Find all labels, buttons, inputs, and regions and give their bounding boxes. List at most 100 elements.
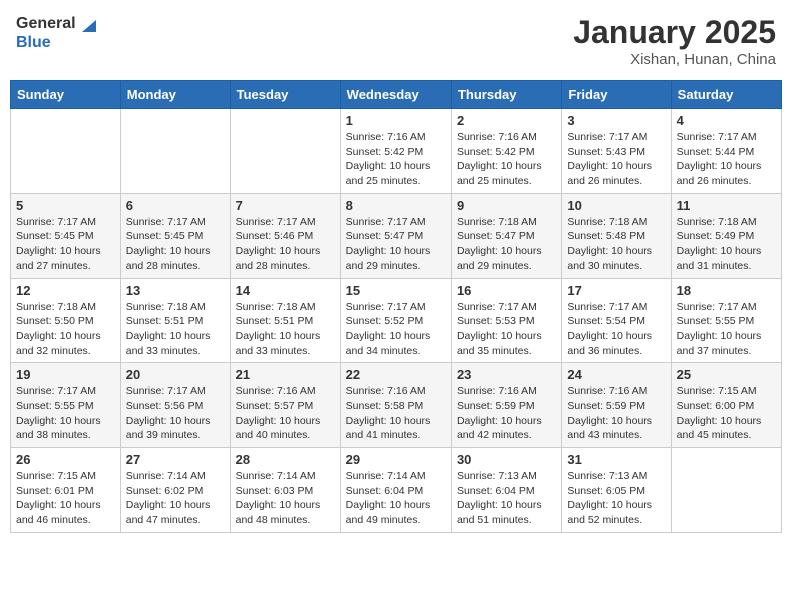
day-number: 1 — [346, 113, 446, 128]
weekday-header-saturday: Saturday — [671, 81, 781, 109]
calendar-cell: 13 Sunrise: 7:18 AM Sunset: 5:51 PM Dayli… — [120, 278, 230, 363]
calendar-cell: 4 Sunrise: 7:17 AM Sunset: 5:44 PM Daylig… — [671, 109, 781, 194]
calendar-cell: 7 Sunrise: 7:17 AM Sunset: 5:46 PM Daylig… — [230, 193, 340, 278]
calendar-cell: 20 Sunrise: 7:17 AM Sunset: 5:56 PM Dayli… — [120, 363, 230, 448]
day-number: 3 — [567, 113, 665, 128]
calendar-cell: 11 Sunrise: 7:18 AM Sunset: 5:49 PM Dayli… — [671, 193, 781, 278]
location: Xishan, Hunan, China — [573, 51, 776, 68]
day-info: Sunrise: 7:16 AM Sunset: 5:57 PM Dayligh… — [236, 384, 335, 443]
day-number: 4 — [677, 113, 776, 128]
calendar-cell: 1 Sunrise: 7:16 AM Sunset: 5:42 PM Daylig… — [340, 109, 451, 194]
day-info: Sunrise: 7:17 AM Sunset: 5:46 PM Dayligh… — [236, 215, 335, 274]
calendar-cell: 22Sunrise: 7:16 AM Sunset: 5:58 PM Dayli… — [340, 363, 451, 448]
calendar-cell: 31Sunrise: 7:13 AM Sunset: 6:05 PM Dayli… — [562, 448, 671, 533]
day-info: Sunrise: 7:17 AM Sunset: 5:45 PM Dayligh… — [126, 215, 225, 274]
day-number: 18 — [677, 283, 776, 298]
calendar-cell: 18 Sunrise: 7:17 AM Sunset: 5:55 PM Dayli… — [671, 278, 781, 363]
day-info: Sunrise: 7:18 AM Sunset: 5:49 PM Dayligh… — [677, 215, 776, 274]
day-number: 9 — [457, 198, 556, 213]
calendar-cell: 21 Sunrise: 7:16 AM Sunset: 5:57 PM Dayli… — [230, 363, 340, 448]
day-info: Sunrise: 7:16 AM Sunset: 5:42 PM Dayligh… — [346, 130, 446, 189]
day-info: Sunrise: 7:16 AM Sunset: 5:58 PM Dayligh… — [346, 384, 446, 443]
calendar-cell — [671, 448, 781, 533]
calendar-cell — [11, 109, 121, 194]
weekday-header-thursday: Thursday — [451, 81, 561, 109]
day-number: 2 — [457, 113, 556, 128]
day-number: 15 — [346, 283, 446, 298]
day-number: 30 — [457, 452, 556, 467]
day-number: 26 — [16, 452, 115, 467]
day-number: 16 — [457, 283, 556, 298]
day-number: 7 — [236, 198, 335, 213]
day-number: 24 — [567, 367, 665, 382]
day-info: Sunrise: 7:16 AM Sunset: 5:59 PM Dayligh… — [457, 384, 556, 443]
day-info: Sunrise: 7:17 AM Sunset: 5:44 PM Dayligh… — [677, 130, 776, 189]
calendar-cell: 17 Sunrise: 7:17 AM Sunset: 5:54 PM Dayli… — [562, 278, 671, 363]
day-number: 19 — [16, 367, 115, 382]
calendar-cell: 10Sunrise: 7:18 AM Sunset: 5:48 PM Dayli… — [562, 193, 671, 278]
day-info: Sunrise: 7:16 AM Sunset: 5:42 PM Dayligh… — [457, 130, 556, 189]
day-number: 11 — [677, 198, 776, 213]
day-info: Sunrise: 7:17 AM Sunset: 5:45 PM Dayligh… — [16, 215, 115, 274]
page-header: General Blue January 2025 Xishan, Hunan,… — [10, 10, 782, 72]
day-number: 31 — [567, 452, 665, 467]
day-info: Sunrise: 7:14 AM Sunset: 6:03 PM Dayligh… — [236, 469, 335, 528]
calendar-cell: 25Sunrise: 7:15 AM Sunset: 6:00 PM Dayli… — [671, 363, 781, 448]
calendar-cell: 23Sunrise: 7:16 AM Sunset: 5:59 PM Dayli… — [451, 363, 561, 448]
day-number: 27 — [126, 452, 225, 467]
day-number: 17 — [567, 283, 665, 298]
day-number: 21 — [236, 367, 335, 382]
day-number: 28 — [236, 452, 335, 467]
day-info: Sunrise: 7:17 AM Sunset: 5:55 PM Dayligh… — [677, 300, 776, 359]
day-info: Sunrise: 7:17 AM Sunset: 5:52 PM Dayligh… — [346, 300, 446, 359]
day-info: Sunrise: 7:17 AM Sunset: 5:43 PM Dayligh… — [567, 130, 665, 189]
day-number: 6 — [126, 198, 225, 213]
day-number: 8 — [346, 198, 446, 213]
calendar-cell: 28 Sunrise: 7:14 AM Sunset: 6:03 PM Dayli… — [230, 448, 340, 533]
day-info: Sunrise: 7:17 AM Sunset: 5:54 PM Dayligh… — [567, 300, 665, 359]
calendar-table: SundayMondayTuesdayWednesdayThursdayFrid… — [10, 80, 782, 533]
day-info: Sunrise: 7:16 AM Sunset: 5:59 PM Dayligh… — [567, 384, 665, 443]
month-title: January 2025 — [573, 14, 776, 51]
day-info: Sunrise: 7:14 AM Sunset: 6:04 PM Dayligh… — [346, 469, 446, 528]
day-number: 10 — [567, 198, 665, 213]
week-row-1: 1 Sunrise: 7:16 AM Sunset: 5:42 PM Daylig… — [11, 109, 782, 194]
day-info: Sunrise: 7:18 AM Sunset: 5:51 PM Dayligh… — [126, 300, 225, 359]
calendar-cell: 15 Sunrise: 7:17 AM Sunset: 5:52 PM Dayli… — [340, 278, 451, 363]
day-info: Sunrise: 7:15 AM Sunset: 6:00 PM Dayligh… — [677, 384, 776, 443]
day-number: 12 — [16, 283, 115, 298]
day-info: Sunrise: 7:17 AM Sunset: 5:47 PM Dayligh… — [346, 215, 446, 274]
logo: General Blue — [16, 14, 98, 52]
day-number: 20 — [126, 367, 225, 382]
title-area: January 2025 Xishan, Hunan, China — [573, 14, 776, 68]
calendar-cell: 5 Sunrise: 7:17 AM Sunset: 5:45 PM Daylig… — [11, 193, 121, 278]
calendar-cell: 16Sunrise: 7:17 AM Sunset: 5:53 PM Dayli… — [451, 278, 561, 363]
day-number: 29 — [346, 452, 446, 467]
calendar-cell — [230, 109, 340, 194]
weekday-header-wednesday: Wednesday — [340, 81, 451, 109]
weekday-header-tuesday: Tuesday — [230, 81, 340, 109]
week-row-5: 26 Sunrise: 7:15 AM Sunset: 6:01 PM Dayli… — [11, 448, 782, 533]
day-info: Sunrise: 7:18 AM Sunset: 5:50 PM Dayligh… — [16, 300, 115, 359]
week-row-4: 19Sunrise: 7:17 AM Sunset: 5:55 PM Dayli… — [11, 363, 782, 448]
calendar-cell: 27Sunrise: 7:14 AM Sunset: 6:02 PM Dayli… — [120, 448, 230, 533]
calendar-cell: 3 Sunrise: 7:17 AM Sunset: 5:43 PM Daylig… — [562, 109, 671, 194]
calendar-cell: 19Sunrise: 7:17 AM Sunset: 5:55 PM Dayli… — [11, 363, 121, 448]
calendar-cell: 30Sunrise: 7:13 AM Sunset: 6:04 PM Dayli… — [451, 448, 561, 533]
calendar-cell: 6 Sunrise: 7:17 AM Sunset: 5:45 PM Daylig… — [120, 193, 230, 278]
day-info: Sunrise: 7:17 AM Sunset: 5:56 PM Dayligh… — [126, 384, 225, 443]
day-number: 14 — [236, 283, 335, 298]
day-number: 5 — [16, 198, 115, 213]
calendar-cell: 14Sunrise: 7:18 AM Sunset: 5:51 PM Dayli… — [230, 278, 340, 363]
calendar-cell: 9 Sunrise: 7:18 AM Sunset: 5:47 PM Daylig… — [451, 193, 561, 278]
week-row-2: 5 Sunrise: 7:17 AM Sunset: 5:45 PM Daylig… — [11, 193, 782, 278]
calendar-cell: 2 Sunrise: 7:16 AM Sunset: 5:42 PM Daylig… — [451, 109, 561, 194]
calendar-cell: 29 Sunrise: 7:14 AM Sunset: 6:04 PM Dayli… — [340, 448, 451, 533]
calendar-cell: 8 Sunrise: 7:17 AM Sunset: 5:47 PM Daylig… — [340, 193, 451, 278]
logo-general-text: General — [16, 15, 76, 33]
day-info: Sunrise: 7:15 AM Sunset: 6:01 PM Dayligh… — [16, 469, 115, 528]
logo-triangle-icon — [78, 14, 98, 34]
logo-wrapper: General Blue — [16, 14, 98, 52]
day-info: Sunrise: 7:18 AM Sunset: 5:47 PM Dayligh… — [457, 215, 556, 274]
day-number: 13 — [126, 283, 225, 298]
